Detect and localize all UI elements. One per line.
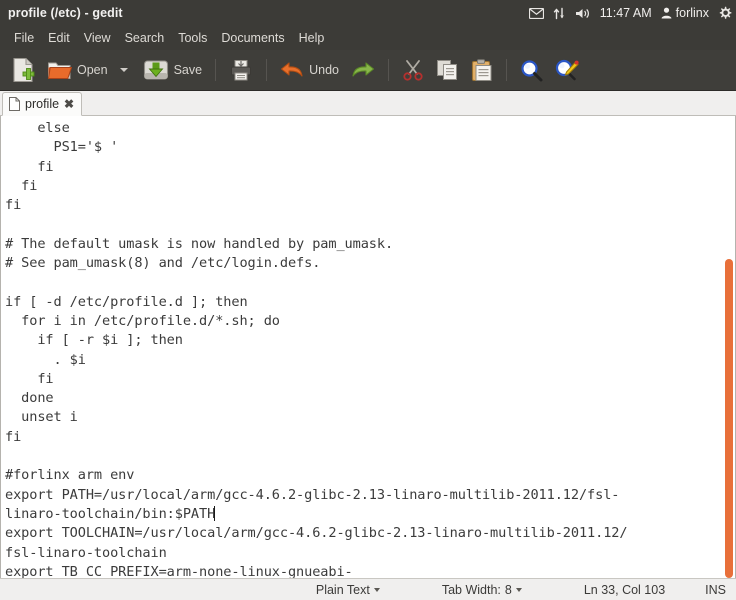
chevron-down-icon <box>515 587 522 592</box>
code-before-caret: else PS1='$ ' fi fi fi # The default uma… <box>5 120 620 522</box>
menu-bar: File Edit View Search Tools Documents He… <box>0 26 736 50</box>
copy-button[interactable] <box>431 54 464 86</box>
open-folder-icon <box>47 59 72 81</box>
open-button[interactable]: Open <box>42 54 113 86</box>
language-selector[interactable]: Plain Text <box>316 583 380 597</box>
toolbar-separator-2 <box>266 59 268 81</box>
paste-clipboard-icon <box>471 58 493 82</box>
editor-area[interactable]: else PS1='$ ' fi fi fi # The default uma… <box>0 116 736 578</box>
paste-button[interactable] <box>466 54 498 86</box>
tab-width-label: Tab Width: <box>441 582 501 597</box>
user-name: forlinx <box>675 5 709 20</box>
envelope-icon[interactable] <box>528 7 544 19</box>
vertical-scrollbar[interactable] <box>720 116 735 578</box>
print-button[interactable] <box>224 54 258 86</box>
save-icon <box>143 58 169 82</box>
find-button[interactable] <box>515 54 548 86</box>
toolbar-separator-1 <box>215 59 217 81</box>
source-code-text[interactable]: else PS1='$ ' fi fi fi # The default uma… <box>1 119 719 578</box>
toolbar: Open Save Undo <box>0 50 736 91</box>
text-cursor <box>214 505 216 521</box>
replace-button[interactable] <box>550 54 585 86</box>
open-label: Open <box>77 63 108 77</box>
document-icon <box>9 97 20 111</box>
system-indicators: 11:47 AM forlinx <box>528 0 732 26</box>
print-icon <box>229 58 253 82</box>
volume-icon[interactable] <box>575 7 591 20</box>
find-magnifier-icon <box>520 59 543 82</box>
menu-view[interactable]: View <box>77 29 118 47</box>
user-menu[interactable]: forlinx <box>661 7 709 20</box>
cut-button[interactable] <box>397 54 429 86</box>
cut-scissors-icon <box>402 59 424 81</box>
insert-mode-indicator: INS <box>705 582 726 597</box>
toolbar-separator-4 <box>505 59 507 81</box>
tab-bar: profile ✖ <box>0 91 736 116</box>
save-button[interactable]: Save <box>138 54 208 86</box>
window-title: profile (/etc) - gedit <box>8 6 123 20</box>
status-bar: Plain Text Tab Width: 8 Ln 33, Col 103 I… <box>0 578 736 600</box>
menu-search[interactable]: Search <box>118 29 172 47</box>
copy-icon <box>436 59 459 81</box>
menu-help[interactable]: Help <box>292 29 332 47</box>
new-document-icon <box>11 57 35 83</box>
tab-profile[interactable]: profile ✖ <box>2 92 83 116</box>
language-label: Plain Text <box>315 582 370 597</box>
undo-arrow-icon <box>280 60 304 80</box>
title-bar: profile (/etc) - gedit 11:47 AM forlinx <box>0 0 736 26</box>
undo-button[interactable]: Undo <box>275 54 344 86</box>
close-icon[interactable]: ✖ <box>64 98 74 110</box>
redo-arrow-icon <box>351 60 375 80</box>
save-label: Save <box>173 63 203 77</box>
tab-title: profile <box>25 97 60 111</box>
code-after-caret: export TOOLCHAIN=/usr/local/arm/gcc-4.6.… <box>5 525 628 578</box>
cursor-position: Ln 33, Col 103 <box>583 582 666 597</box>
tab-width-value: 8 <box>504 582 512 597</box>
find-replace-icon <box>555 59 580 82</box>
chevron-down-icon <box>373 587 380 592</box>
menu-edit[interactable]: Edit <box>41 29 77 47</box>
menu-documents[interactable]: Documents <box>214 29 291 47</box>
open-dropdown-button[interactable] <box>115 54 136 86</box>
tab-width-selector[interactable]: Tab Width: 8 <box>442 583 522 597</box>
scrollbar-thumb[interactable] <box>725 259 733 578</box>
new-document-button[interactable] <box>6 54 40 86</box>
undo-label: Undo <box>309 63 339 77</box>
network-updown-icon[interactable] <box>553 7 566 20</box>
gear-icon[interactable] <box>718 6 732 20</box>
clock[interactable]: 11:47 AM <box>600 7 652 20</box>
user-icon <box>661 7 672 19</box>
menu-tools[interactable]: Tools <box>171 29 214 47</box>
chevron-down-icon <box>119 68 128 72</box>
gedit-window: profile (/etc) - gedit 11:47 AM forlinx … <box>0 0 736 600</box>
redo-button[interactable] <box>346 54 380 86</box>
toolbar-separator-3 <box>387 59 389 81</box>
menu-file[interactable]: File <box>7 29 41 47</box>
